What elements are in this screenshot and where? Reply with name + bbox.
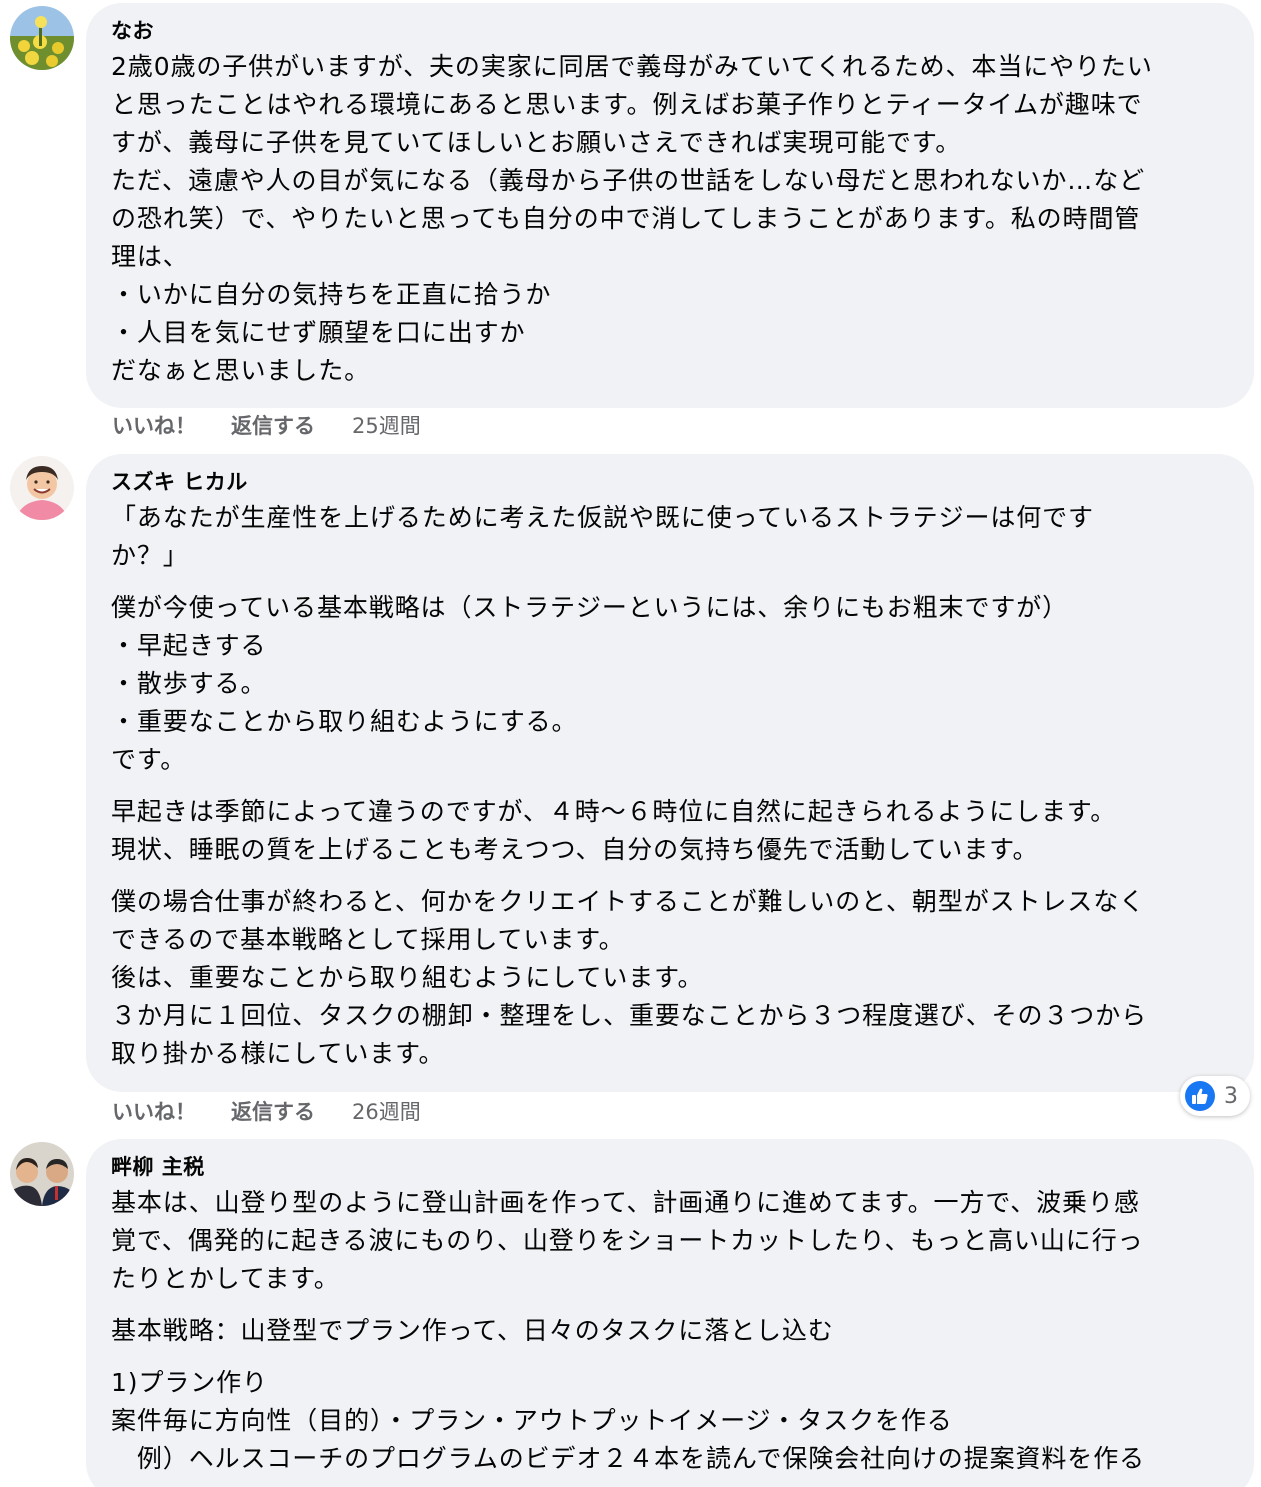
comment-line: できるので基本戦略として採用しています。	[111, 925, 625, 954]
comment-paragraph: 僕の場合仕事が終わると、何かをクリエイトすることが難しいのと、朝型がストレスなく…	[111, 883, 1230, 1073]
comment-line: 基本は、山登り型のように登山計画を作って、計画通りに進めてます。一方で、波乗り感	[111, 1188, 1140, 1217]
comment-line: ・重要なことから取り組むようにする。	[111, 707, 578, 736]
two-men-avatar-icon[interactable]	[10, 1142, 74, 1206]
comment-line: たりとかしてます。	[111, 1264, 340, 1293]
comment-body: 基本は、山登り型のように登山計画を作って、計画通りに進めてます。一方で、波乗り感…	[111, 1184, 1230, 1478]
comment-line: 覚で、偶発的に起きる波にものり、山登りをショートカットしたり、もっと高い山に行っ	[111, 1226, 1144, 1255]
comment-bubble: スズキ ヒカル 「あなたが生産性を上げるために考えた仮説や既に使っているストラテ…	[86, 454, 1254, 1092]
comment-line: 理は、	[111, 242, 189, 271]
comment-line: だなぁと思いました。	[111, 356, 371, 385]
comment-line: 基本戦略：山登型でプラン作って、日々のタスクに落とし込む	[111, 1316, 834, 1345]
comment-line: 後は、重要なことから取り組むようにしています。	[111, 963, 704, 992]
smiling-man-avatar-icon[interactable]	[10, 456, 74, 520]
comment-line: 取り掛かる様にしています。	[111, 1039, 445, 1068]
flower-field-avatar-icon[interactable]	[10, 6, 74, 70]
comment-paragraph: 基本戦略：山登型でプラン作って、日々のタスクに落とし込む	[111, 1312, 1230, 1350]
comment-paragraph: 「あなたが生産性を上げるために考えた仮説や既に使っているストラテジーは何です か…	[111, 499, 1230, 575]
comment-line: の恐れ笑）で、やりたいと思っても自分の中で消してしまうことがあります。私の時間管	[111, 204, 1141, 233]
comment-line: か？」	[111, 541, 189, 570]
comment-timestamp[interactable]: 25週間	[352, 412, 421, 440]
comment-author[interactable]: 畔柳 主税	[111, 1153, 1230, 1181]
comment-line: と思ったことはやれる環境にあると思います。例えばお菓子作りとティータイムが趣味で	[111, 90, 1143, 119]
comment-line: ・早起きする	[111, 631, 267, 660]
comment-line: 1)プラン作り	[111, 1368, 268, 1397]
comment-timestamp[interactable]: 26週間	[352, 1098, 421, 1126]
comment-line: 現状、睡眠の質を上げることも考えつつ、自分の気持ち優先で活動しています。	[111, 835, 1039, 864]
comment-author[interactable]: なお	[111, 17, 1230, 45]
comment-line: 2歳0歳の子供がいますが、夫の実家に同居で義母がみていてくれるため、本当にやりた…	[111, 52, 1153, 81]
comment-line: ３か月に１回位、タスクの棚卸・整理をし、重要なことから３つ程度選び、その３つから	[111, 1001, 1148, 1030]
comment-line: 例）ヘルスコーチのプログラムのビデオ２４本を読んで保険会社向けの提案資料を作る	[111, 1444, 1146, 1473]
reaction-count: 3	[1224, 1083, 1238, 1109]
comment-line: 「あなたが生産性を上げるために考えた仮説や既に使っているストラテジーは何です	[111, 503, 1094, 532]
comment-body: 「あなたが生産性を上げるために考えた仮説や既に使っているストラテジーは何です か…	[111, 499, 1230, 1073]
comment-bubble: 畔柳 主税 基本は、山登り型のように登山計画を作って、計画通りに進めてます。一方…	[86, 1139, 1254, 1487]
comment-line: すが、義母に子供を見ていてほしいとお願いさえできれば実現可能です。	[111, 128, 962, 157]
reply-link[interactable]: 返信する	[231, 1098, 315, 1126]
comment-line: 僕が今使っている基本戦略は（ストラテジーというには、余りにもお粗末ですが）	[111, 593, 1069, 622]
comment-paragraph: 早起きは季節によって違うのですが、４時〜６時位に自然に起きられるようにします。 …	[111, 793, 1230, 869]
like-link[interactable]: いいね！	[112, 1098, 196, 1126]
comment-body: 2歳0歳の子供がいますが、夫の実家に同居で義母がみていてくれるため、本当にやりた…	[111, 48, 1230, 390]
comment-line: ・散歩する。	[111, 669, 267, 698]
reaction-summary[interactable]: 3	[1180, 1076, 1250, 1116]
comment-line: ただ、遠慮や人の目が気になる（義母から子供の世話をしない母だと思われないか…など	[111, 166, 1146, 195]
like-link[interactable]: いいね！	[112, 412, 196, 440]
comment-line: です。	[111, 745, 187, 774]
comment-paragraph: 僕が今使っている基本戦略は（ストラテジーというには、余りにもお粗末ですが） ・早…	[111, 589, 1230, 779]
comment-paragraph: 1)プラン作り 案件毎に方向性（目的）・プラン・アウトプットイメージ・タスクを作…	[111, 1364, 1230, 1478]
reply-link[interactable]: 返信する	[231, 412, 315, 440]
comment-author[interactable]: スズキ ヒカル	[111, 468, 1230, 496]
comment-line: 早起きは季節によって違うのですが、４時〜６時位に自然に起きられるようにします。	[111, 797, 1117, 826]
comment-line: 案件毎に方向性（目的）・プラン・アウトプットイメージ・タスクを作る	[111, 1406, 953, 1435]
comment-line: 僕の場合仕事が終わると、何かをクリエイトすることが難しいのと、朝型がストレスなく	[111, 887, 1146, 916]
comment-line: ・人目を気にせず願望を口に出すか	[111, 318, 526, 347]
comment-line: ・いかに自分の気持ちを正直に拾うか	[111, 280, 552, 309]
comment-bubble: なお 2歳0歳の子供がいますが、夫の実家に同居で義母がみていてくれるため、本当に…	[86, 3, 1254, 408]
thumbs-up-icon	[1185, 1081, 1215, 1111]
comment-paragraph: 基本は、山登り型のように登山計画を作って、計画通りに進めてます。一方で、波乗り感…	[111, 1184, 1230, 1298]
comment-paragraph: 2歳0歳の子供がいますが、夫の実家に同居で義母がみていてくれるため、本当にやりた…	[111, 48, 1230, 390]
